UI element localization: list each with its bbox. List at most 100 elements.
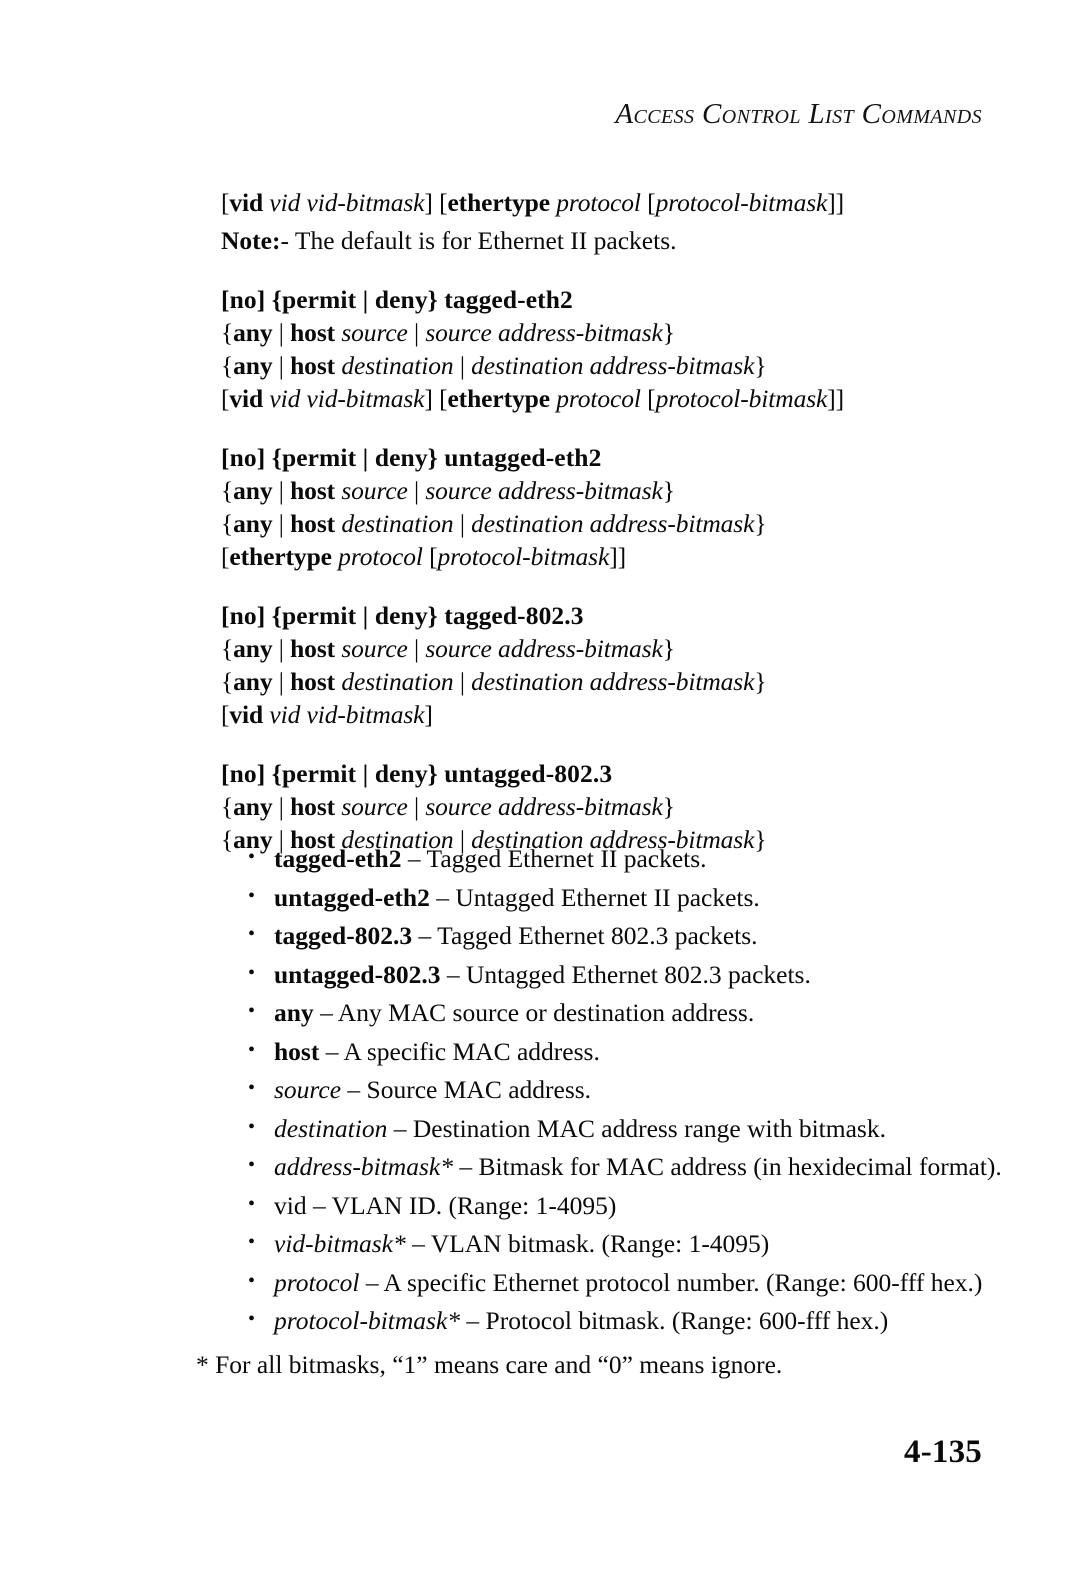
syntax-block-tagged-802.3: [no] {permit | deny} tagged-802.3 {any | …: [221, 599, 1021, 731]
bullet-description: – VLAN ID. (Range: 1-4095): [306, 1190, 617, 1220]
literal-token: [: [640, 384, 656, 413]
parameter-bullet-list: tagged-eth2 – Tagged Ethernet II packets…: [248, 844, 1038, 1346]
bullet-term: source: [274, 1075, 342, 1104]
keyword-token: any: [233, 509, 273, 538]
bullet-term: untagged-eth2: [274, 882, 430, 912]
parameter-token: source address-bitmask: [425, 634, 663, 663]
list-item: address-bitmask* – Bitmask for MAC addre…: [248, 1152, 1038, 1181]
literal-token: }: [662, 634, 675, 663]
bullet-description: – Any MAC source or destination address.: [313, 998, 755, 1027]
literal-token: }: [754, 509, 767, 538]
literal-token: ] [: [424, 188, 448, 217]
bullet-description: – Tagged Ethernet II packets.: [401, 844, 707, 873]
literal-token: |: [407, 476, 426, 505]
bullet-description: – A specific MAC address.: [319, 1036, 600, 1066]
document-page: Access Control List Commands [ vid vid vi…: [0, 0, 1080, 1570]
syntax-block-untagged-802.3: [no] {permit | deny} untagged-802.3 {any …: [221, 757, 1021, 856]
literal-token: }: [754, 667, 767, 696]
parameter-token: protocol-bitmask: [437, 542, 610, 571]
literal-token: }: [754, 351, 767, 380]
parameter-token: source address-bitmask: [425, 476, 663, 505]
syntax-command-line: [no] {permit | deny} untagged-eth2: [221, 441, 1021, 474]
list-item: untagged-802.3 – Untagged Ethernet 802.3…: [248, 960, 1038, 988]
keyword-token: [no] {permit | deny} tagged-eth2: [221, 285, 573, 314]
parameter-token: destination address-bitmask: [471, 351, 755, 380]
literal-token: {: [221, 476, 234, 505]
literal-token: |: [272, 667, 291, 696]
literal-token: [: [640, 188, 656, 217]
literal-token: {: [221, 318, 234, 347]
keyword-token: ethertype: [229, 542, 332, 571]
keyword-token: host: [290, 318, 336, 347]
intro-syntax-line: [vid vid vid-bitmask] [ethertype protoco…: [221, 186, 1021, 219]
keyword-token: any: [233, 351, 273, 380]
literal-token: |: [453, 667, 472, 696]
syntax-command-line: [no] {permit | deny} untagged-802.3: [221, 757, 1021, 790]
literal-token: |: [407, 792, 426, 821]
bullet-description: – Tagged Ethernet 802.3 packets.: [412, 921, 758, 950]
keyword-token: host: [290, 351, 336, 380]
literal-token: |: [272, 476, 291, 505]
parameter-token: source: [341, 792, 408, 821]
literal-token: |: [272, 318, 291, 347]
note-text: - The default is for Ethernet II packets…: [280, 226, 677, 255]
parameter-token: destination address-bitmask: [471, 509, 755, 538]
literal-token: {: [221, 667, 234, 696]
literal-token: [: [422, 542, 438, 571]
list-item: source – Source MAC address.: [248, 1075, 1038, 1104]
bullet-term: tagged-eth2: [274, 844, 402, 873]
literal-token: {: [221, 792, 234, 821]
bullet-term: protocol-bitmask*: [274, 1306, 461, 1335]
list-item: destination – Destination MAC address ra…: [248, 1113, 1038, 1143]
list-item: tagged-802.3 – Tagged Ethernet 802.3 pac…: [248, 921, 1038, 950]
literal-token: {: [221, 351, 234, 380]
literal-token: ]: [424, 700, 433, 729]
parameter-token: source: [341, 318, 408, 347]
list-item: protocol – A specific Ethernet protocol …: [248, 1267, 1038, 1297]
bullet-description: – Protocol bitmask. (Range: 600-fff hex.…: [460, 1306, 889, 1335]
literal-token: {: [221, 634, 234, 663]
list-item: tagged-eth2 – Tagged Ethernet II packets…: [248, 844, 1038, 873]
parameter-token: source: [341, 634, 408, 663]
literal-token: ]]: [827, 384, 845, 413]
syntax-block-tagged-eth2: [no] {permit | deny} tagged-eth2 {any | h…: [221, 283, 1021, 415]
bullet-description: – Bitmask for MAC address (in hexidecima…: [452, 1152, 1002, 1181]
list-item: any – Any MAC source or destination addr…: [248, 998, 1038, 1027]
bullet-description: – Destination MAC address range with bit…: [387, 1113, 886, 1143]
keyword-token: host: [290, 792, 336, 821]
syntax-argument-line: {any | host destination | destination ad…: [221, 349, 1021, 382]
keyword-token: vid: [229, 700, 264, 729]
keyword-token: [no] {permit | deny} untagged-802.3: [221, 759, 613, 788]
keyword-token: any: [233, 318, 273, 347]
literal-token: |: [272, 634, 291, 663]
literal-token: |: [407, 634, 426, 663]
literal-token: |: [272, 351, 291, 380]
literal-token: }: [662, 476, 675, 505]
bitmask-footnote: * For all bitmasks, “1” means care and “…: [196, 1350, 783, 1379]
keyword-token: host: [290, 476, 336, 505]
syntax-argument-line: [ethertype protocol [protocol-bitmask]]: [221, 540, 1021, 573]
bullet-term: vid: [274, 1190, 307, 1220]
parameter-token: protocol: [556, 188, 641, 217]
bullet-term: any: [274, 998, 314, 1027]
page-number: 4-135: [904, 1434, 982, 1470]
keyword-token: ethertype: [447, 188, 550, 217]
literal-token: {: [221, 509, 234, 538]
bullet-term: vid-bitmask*: [274, 1229, 406, 1258]
parameter-token: vid vid-bitmask: [269, 384, 425, 413]
parameter-token: destination: [341, 667, 454, 696]
parameter-token: source address-bitmask: [425, 318, 663, 347]
syntax-blocks-container: [no] {permit | deny} tagged-eth2 {any | h…: [221, 283, 1021, 856]
running-header-title: Access Control List Commands: [615, 98, 982, 130]
bullet-description: – A specific Ethernet protocol number. (…: [359, 1267, 983, 1297]
keyword-token: vid: [229, 188, 264, 217]
keyword-token: any: [233, 476, 273, 505]
bullet-description: – VLAN bitmask. (Range: 1-4095): [405, 1229, 770, 1258]
parameter-token: vid vid-bitmask: [269, 700, 425, 729]
literal-token: |: [453, 509, 472, 538]
list-item: untagged-eth2 – Untagged Ethernet II pac…: [248, 882, 1038, 912]
keyword-token: [no] {permit | deny} tagged-802.3: [221, 601, 584, 630]
syntax-body-column: [vid vid vid-bitmask] [ethertype protoco…: [221, 186, 1021, 856]
literal-token: |: [272, 792, 291, 821]
parameter-token: destination address-bitmask: [471, 667, 755, 696]
